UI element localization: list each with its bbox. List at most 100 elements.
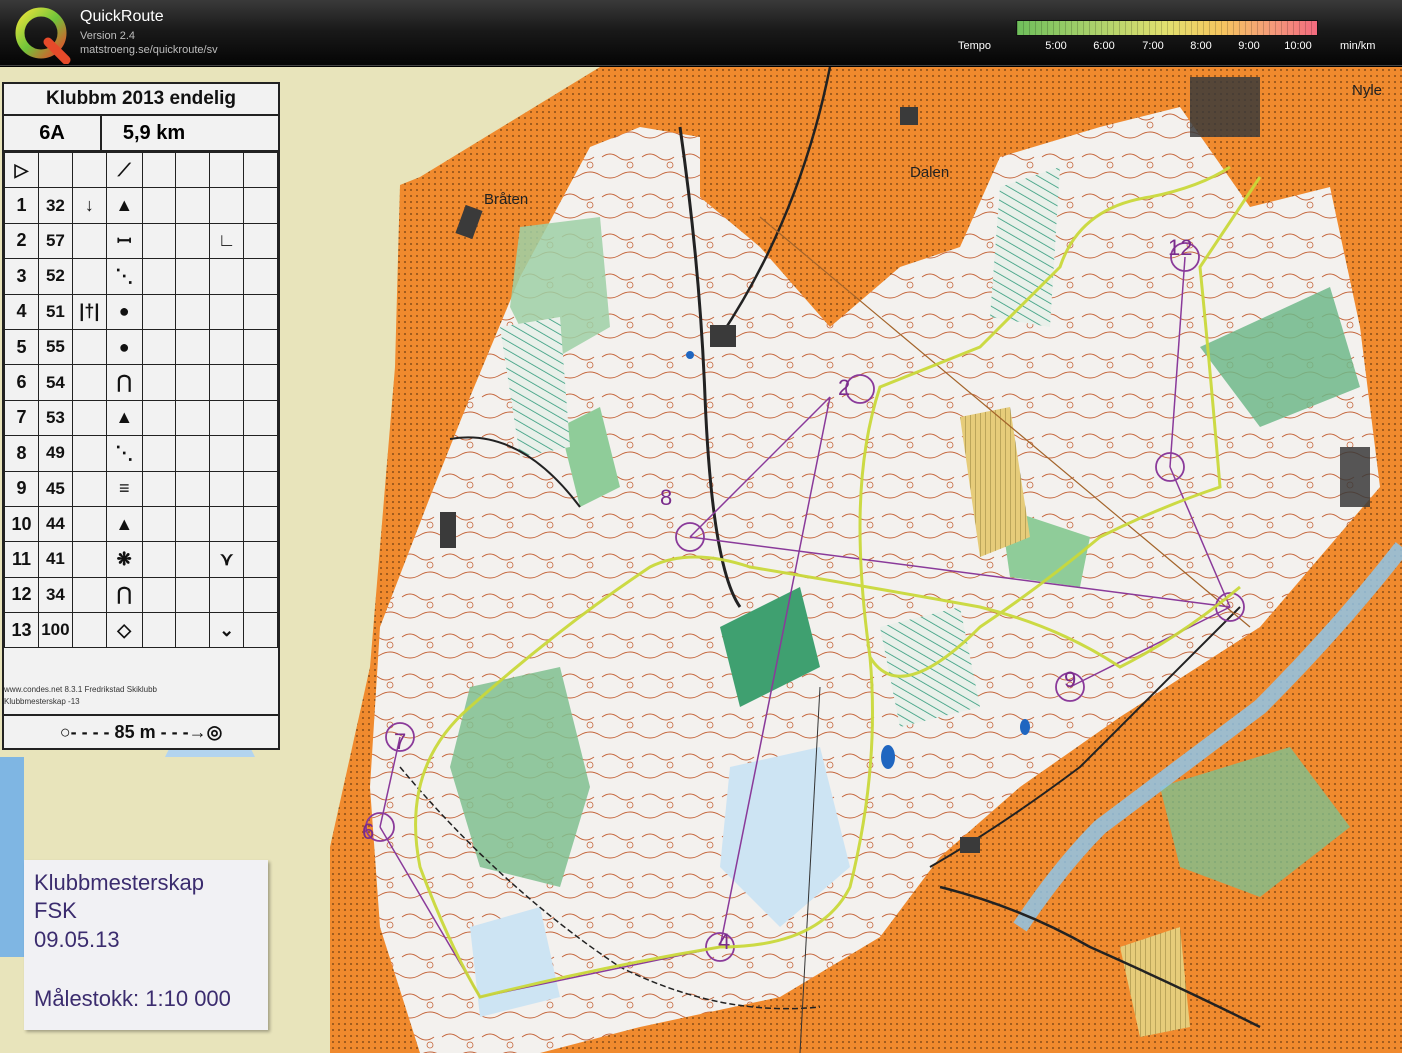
building: [1190, 77, 1260, 137]
app-header: QuickRoute Version 2.4 matstroeng.se/qui…: [0, 0, 1402, 66]
print-info: www.condes.net 8.3.1 Fredrikstad Skiklub…: [4, 685, 157, 694]
app-url[interactable]: matstroeng.se/quickroute/sv: [80, 44, 218, 56]
control-code: 32: [37, 187, 73, 224]
feature-detail: [71, 505, 107, 543]
event-club: FSK: [34, 898, 77, 923]
empty-cell: [141, 399, 177, 437]
control-code: 53: [37, 399, 73, 437]
empty-cell: [243, 399, 278, 437]
feature-symbol: ꟷ: [105, 222, 143, 260]
empty-cell: [243, 541, 278, 578]
empty-cell: [175, 470, 211, 507]
tempo-tick: 8:00: [1190, 40, 1212, 52]
building: [900, 107, 918, 125]
location-symbol: [209, 470, 245, 507]
empty-cell: [141, 435, 177, 472]
tempo-tick: 10:00: [1284, 40, 1312, 52]
lake: [881, 745, 895, 769]
quickroute-logo-icon: [15, 7, 71, 64]
place-label: Bråten: [484, 191, 529, 208]
feature-detail: [71, 328, 107, 366]
empty-cell: [141, 541, 177, 578]
finish-description: ○- - - - 85 m - - -→◎: [4, 714, 278, 748]
empty-cell: [243, 328, 278, 366]
empty-cell: [175, 258, 211, 295]
control-sequence: 6: [4, 364, 39, 401]
feature-symbol: ▲: [105, 399, 143, 437]
feature-detail: [71, 541, 107, 578]
empty-cell: [243, 364, 278, 401]
location-symbol: ⋎: [209, 541, 245, 578]
feature-symbol: ●: [105, 293, 143, 330]
empty-cell: [243, 293, 278, 330]
control-code: 44: [37, 505, 73, 543]
control-number: 2: [838, 375, 851, 400]
location-symbol: ⌄: [209, 612, 245, 649]
description-row: 7 53 ▲: [4, 399, 278, 437]
event-label: Klubbmesterskap FSK 09.05.13 Målestokk: …: [24, 860, 268, 1030]
feature-detail: |†|: [71, 293, 107, 330]
empty-cell: [175, 612, 211, 649]
empty-cell: [175, 541, 211, 578]
empty-cell: [243, 505, 278, 543]
tempo-tick: 9:00: [1238, 40, 1260, 52]
description-row: 13 100 ◇ ⌄: [4, 612, 278, 649]
empty-cell: [141, 258, 177, 295]
location-symbol: [209, 399, 245, 437]
tempo-tick: 5:00: [1045, 40, 1067, 52]
empty-cell: [243, 187, 278, 224]
empty-cell: [243, 612, 278, 649]
control-sequence: 13: [4, 612, 39, 649]
description-row: 6 54 ⋂: [4, 364, 278, 401]
control-description-card: Klubbm 2013 endelig 6A 5,9 km ▷ ⟋ 1 32 ↓ ▲ 2 57…: [2, 82, 280, 750]
control-number: 7: [394, 729, 407, 754]
feature-symbol: ⋱: [105, 258, 143, 295]
empty-cell: [175, 399, 211, 437]
feature-detail: [71, 151, 107, 189]
place-label: Nyle: [1352, 82, 1383, 99]
course-code: 6A: [4, 116, 102, 150]
location-symbol: [209, 258, 245, 295]
tempo-label: Tempo: [958, 40, 992, 52]
location-symbol: [209, 435, 245, 472]
lake: [686, 351, 694, 359]
feature-detail: [71, 612, 107, 649]
location-symbol: [209, 151, 245, 189]
control-code: 52: [37, 258, 73, 295]
location-symbol: [209, 187, 245, 224]
location-symbol: [209, 576, 245, 614]
control-code: 100: [37, 612, 73, 649]
empty-cell: [175, 328, 211, 366]
empty-cell: [175, 435, 211, 472]
tempo-tick: 7:00: [1142, 40, 1164, 52]
empty-cell: [243, 435, 278, 472]
feature-symbol: ▲: [105, 505, 143, 543]
tempo-tick: 6:00: [1093, 40, 1115, 52]
empty-cell: [175, 187, 211, 224]
empty-cell: [175, 364, 211, 401]
tempo-unit: min/km: [1340, 40, 1376, 52]
empty-cell: [175, 222, 211, 260]
empty-cell: [243, 222, 278, 260]
empty-cell: [243, 151, 278, 189]
tempo-color-scale: [1016, 20, 1318, 36]
event-date: 09.05.13: [34, 927, 120, 952]
feature-symbol: ⋂: [105, 576, 143, 614]
empty-cell: [141, 293, 177, 330]
control-sequence: 12: [4, 576, 39, 614]
feature-detail: [71, 399, 107, 437]
empty-cell: [175, 505, 211, 543]
control-code: 45: [37, 470, 73, 507]
description-row: 2 57 ꟷ ∟: [4, 222, 278, 260]
control-code: [37, 151, 73, 189]
control-sequence: 3: [4, 258, 39, 295]
empty-cell: [175, 293, 211, 330]
feature-detail: [71, 258, 107, 295]
feature-symbol: ⋱: [105, 435, 143, 472]
description-row: 11 41 ❋ ⋎: [4, 541, 278, 578]
map-view[interactable]: N Bråten Dalen Nyle 2 4 6 7 8 9 12 Klubb…: [0, 67, 1402, 1053]
control-sequence: 9: [4, 470, 39, 507]
building: [1340, 447, 1370, 507]
control-sequence: 10: [4, 505, 39, 543]
control-code: 41: [37, 541, 73, 578]
